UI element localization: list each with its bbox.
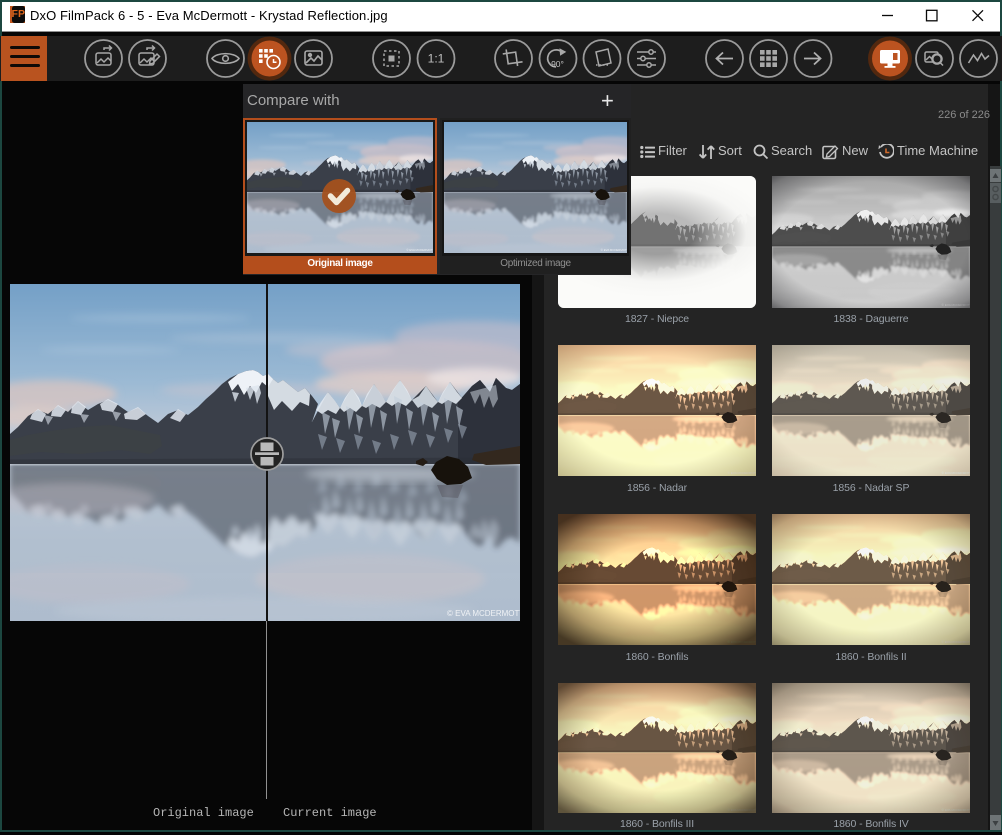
svg-text:1:1: 1:1	[428, 52, 445, 66]
svg-text:90°: 90°	[551, 59, 564, 69]
